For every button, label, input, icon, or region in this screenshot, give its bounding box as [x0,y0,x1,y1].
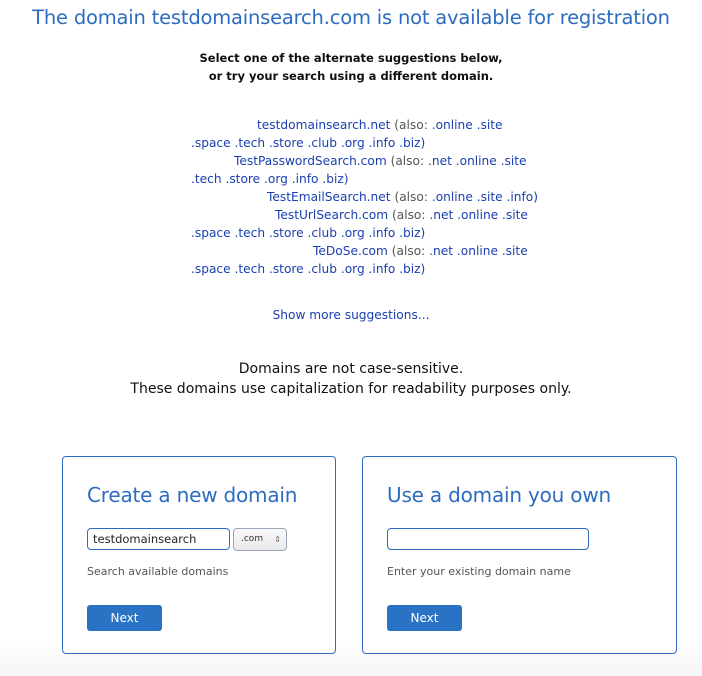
suggestion-domain-link[interactable]: testdomainsearch.net [257,118,390,132]
suggestion-item: TeDoSe.com (also: .net .online .site [313,242,528,260]
suggestion-item: testdomainsearch.net (also: .online .sit… [257,116,503,134]
alternate-extensions[interactable]: .online .site [432,118,503,132]
alternate-extensions[interactable]: .space .tech .store .club .org .info .bi… [191,226,425,240]
alternate-extensions[interactable]: .space .tech .store .club .org .info .bi… [191,136,425,150]
suggestion-domain-link[interactable]: TestPasswordSearch.com [234,154,387,168]
page-title: The domain testdomainsearch.com is not a… [32,6,670,29]
own-domain-hint: Enter your existing domain name [387,565,571,578]
own-next-button[interactable]: Next [387,605,462,631]
also-label: (also: [394,118,428,132]
create-domain-hint: Search available domains [87,565,229,578]
suggestion-item: TestPasswordSearch.com (also: .net .onli… [234,152,527,170]
also-label: (also: [390,154,425,168]
case-note-line-1: Domains are not case-sensitive. [238,361,464,377]
suggestion-domain-link[interactable]: TestUrlSearch.com [275,208,388,222]
subtitle-line-1: Select one of the alternate suggestions … [199,51,503,65]
create-next-button[interactable]: Next [87,605,162,631]
show-more-suggestions-link[interactable]: Show more suggestions... [0,308,702,322]
suggestion-extensions-continued: .tech .store .org .info .biz) [191,170,349,188]
suggestion-item: TestUrlSearch.com (also: .net .online .s… [275,206,528,224]
suggestion-extensions-continued: .space .tech .store .club .org .info .bi… [191,260,425,278]
alternate-extensions[interactable]: .online .site .info) [432,190,538,204]
case-note-line-2: These domains use capitalization for rea… [130,381,572,397]
existing-domain-input[interactable] [387,528,589,550]
suggestion-item: TestEmailSearch.net (also: .online .site… [267,188,538,206]
also-label: (also: [391,244,426,258]
suggestion-domain-link[interactable]: TestEmailSearch.net [267,190,391,204]
alternate-extensions[interactable]: .space .tech .store .club .org .info .bi… [191,262,425,276]
tld-selected-value: .com [241,534,264,544]
own-domain-card: Use a domain you own Enter your existing… [362,456,677,654]
domain-search-input[interactable]: testdomainsearch [87,528,230,550]
alternate-extensions[interactable]: .net .online .site [428,154,527,168]
also-label: (also: [394,190,428,204]
subtitle-line-2: or try your search using a different dom… [208,69,494,83]
own-domain-title: Use a domain you own [387,483,611,507]
create-domain-card: Create a new domain testdomainsearch .co… [62,456,336,654]
select-arrows-icon: ⇕ [274,535,281,544]
create-domain-title: Create a new domain [87,483,298,507]
alternate-extensions[interactable]: .net .online .site [429,208,528,222]
tld-select[interactable]: .com ⇕ [233,528,287,551]
also-label: (also: [391,208,426,222]
alternate-extensions[interactable]: .tech .store .org .info .biz) [191,172,349,186]
suggestion-extensions-continued: .space .tech .store .club .org .info .bi… [191,224,425,242]
suggestion-extensions-continued: .space .tech .store .club .org .info .bi… [191,134,425,152]
alternate-extensions[interactable]: .net .online .site [429,244,528,258]
suggestion-domain-link[interactable]: TeDoSe.com [313,244,388,258]
